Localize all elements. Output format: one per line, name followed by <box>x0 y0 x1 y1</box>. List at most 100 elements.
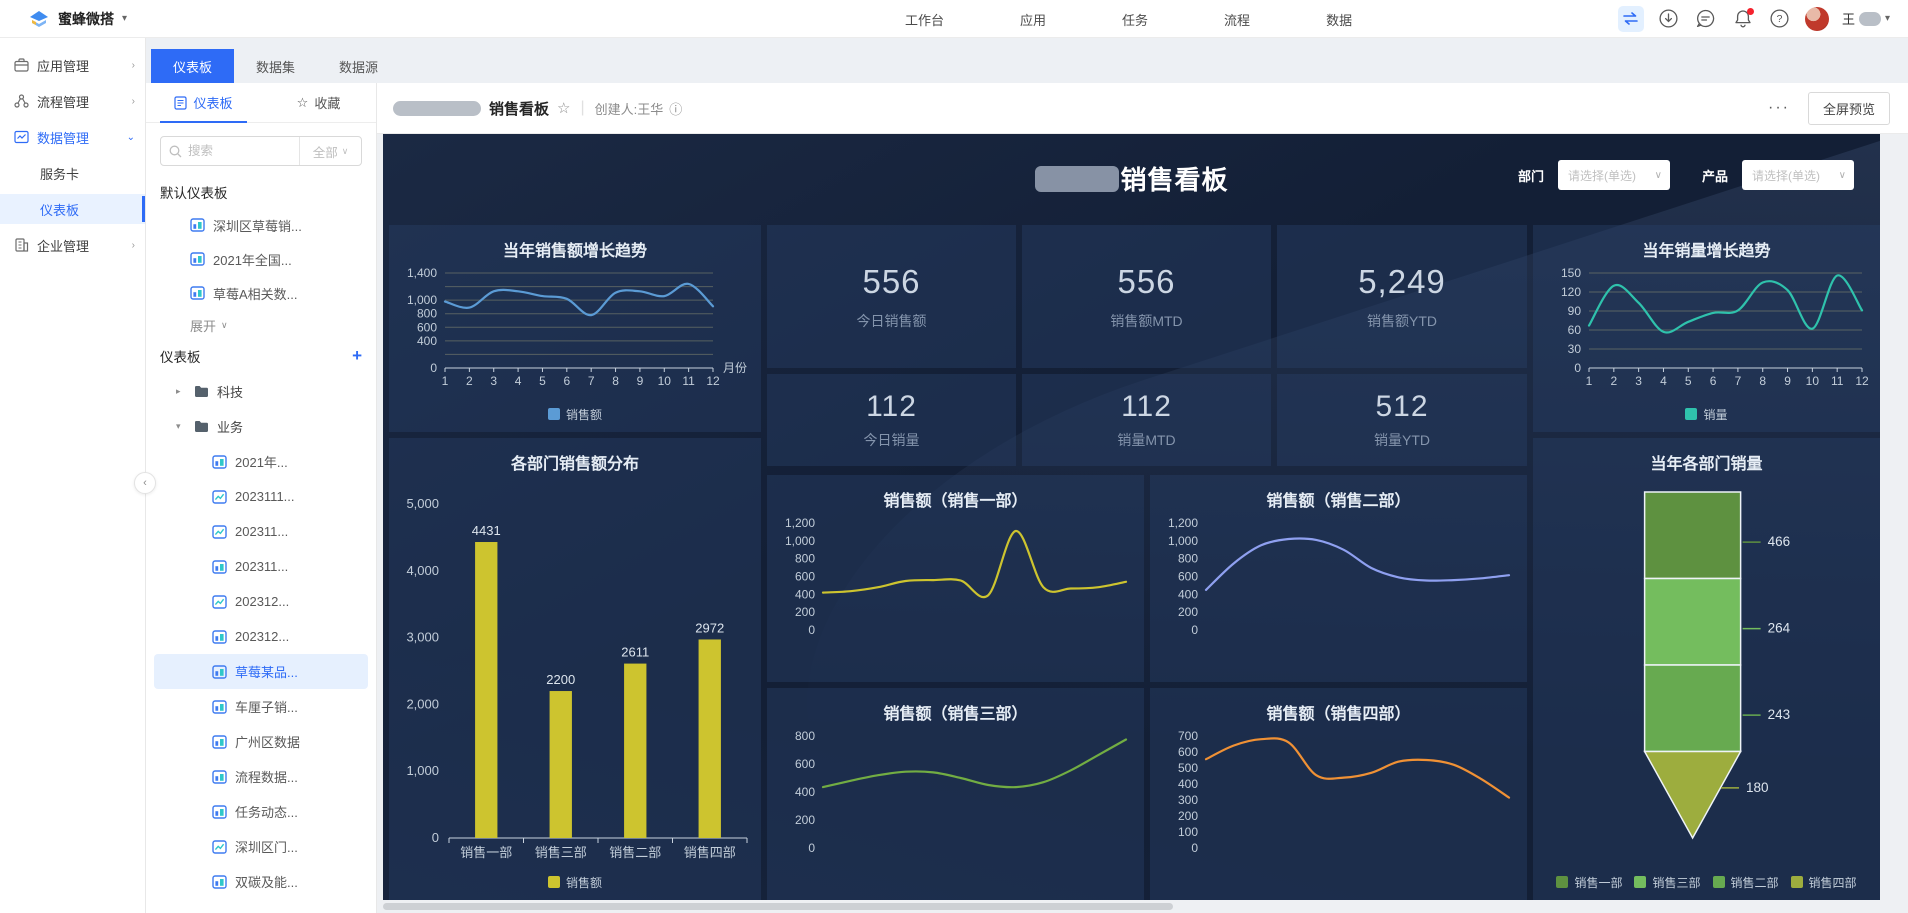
user-avatar[interactable] <box>1805 7 1829 31</box>
kpi-label: 今日销量 <box>864 430 920 450</box>
svg-text:1,200: 1,200 <box>785 516 815 530</box>
legend-swatch <box>548 408 560 420</box>
message-icon[interactable] <box>1694 7 1718 31</box>
svg-text:1,400: 1,400 <box>407 266 437 280</box>
tree-item-label: 任务动态... <box>235 802 298 821</box>
svg-text:466: 466 <box>1768 534 1791 549</box>
legend-item[interactable]: 销售四部 <box>1791 874 1857 891</box>
dashboard-list-item[interactable]: 草莓A相关数... <box>146 276 376 310</box>
sidebar-item-enterprise-management[interactable]: 企业管理 › <box>0 230 145 260</box>
app-logo[interactable]: 蜜蜂微搭 ▾ <box>0 8 127 30</box>
nav-item-workbench[interactable]: 工作台 <box>905 10 944 29</box>
svg-text:120: 120 <box>1561 285 1581 299</box>
dashboard-icon <box>212 455 227 469</box>
nav-right-icons: ? 王 ▾ <box>1618 6 1908 32</box>
expand-toggle[interactable]: 展开 ∨ <box>146 310 376 340</box>
svg-text:6: 6 <box>563 374 570 388</box>
chart-legend[interactable]: 销售一部销售三部销售二部销售四部 <box>1533 870 1880 894</box>
fullscreen-preview-button[interactable]: 全屏预览 <box>1808 92 1890 125</box>
tree-item-label: 广州区数据 <box>235 732 300 751</box>
line-chart-dept2: 1,2001,0008006004002000 <box>1150 511 1527 674</box>
briefcase-icon <box>14 58 29 72</box>
add-dashboard-button[interactable]: + <box>352 346 362 366</box>
tree-item[interactable]: 202312... <box>146 584 376 619</box>
dashboard-icon <box>212 805 227 819</box>
tree-folder[interactable]: ▾业务 <box>146 409 376 444</box>
tree-item-label: 202312... <box>235 594 289 609</box>
tree-item-label: 车厘子销... <box>235 697 298 716</box>
kpi-value: 556 <box>862 263 920 301</box>
tree-item[interactable]: 深圳区门... <box>146 829 376 864</box>
download-icon[interactable] <box>1657 7 1681 31</box>
brand-name: 蜜蜂微搭 <box>58 9 114 29</box>
tree-item[interactable]: 流程数据... <box>146 759 376 794</box>
legend-item[interactable]: 销售二部 <box>1713 874 1779 891</box>
favorite-star-icon[interactable]: ☆ <box>557 99 570 117</box>
tree-item[interactable]: 202312... <box>146 619 376 654</box>
nav-item-data[interactable]: 数据 <box>1326 10 1352 29</box>
more-menu-button[interactable]: ··· <box>1768 99 1790 117</box>
sidebar-item-flow-management[interactable]: 流程管理 › <box>0 86 145 116</box>
sidebar-item-service-card[interactable]: 服务卡 <box>0 158 145 188</box>
legend-swatch <box>1556 876 1568 888</box>
legend-item[interactable]: 销售一部 <box>1556 874 1622 891</box>
tab-dataset[interactable]: 数据集 <box>234 49 317 83</box>
tree-item[interactable]: 广州区数据 <box>146 724 376 759</box>
horizontal-scrollbar[interactable] <box>377 900 1908 913</box>
search-scope-select[interactable]: 全部 ∨ <box>299 137 361 165</box>
tree-item[interactable]: 草莓某品... <box>154 654 368 689</box>
tree-item[interactable]: 2021年... <box>146 444 376 479</box>
svg-text:8: 8 <box>1759 374 1766 388</box>
nav-item-apps[interactable]: 应用 <box>1020 10 1046 29</box>
tree-folder[interactable]: ▸科技 <box>146 374 376 409</box>
transfer-icon[interactable] <box>1618 6 1644 32</box>
legend-item[interactable]: 销售额 <box>548 406 602 423</box>
tree-item[interactable]: 车厘子销... <box>146 689 376 724</box>
search-scope-label: 全部 <box>313 142 338 161</box>
scrollbar-thumb[interactable] <box>383 903 1173 910</box>
sidebar-item-dashboard[interactable]: 仪表板 <box>0 194 145 224</box>
svg-text:2611: 2611 <box>621 645 649 660</box>
tree-item-label: 草莓某品... <box>235 662 298 681</box>
tab-datasource[interactable]: 数据源 <box>317 49 400 83</box>
star-icon: ☆ <box>297 95 309 111</box>
panel-tab-favorite[interactable]: ☆ 收藏 <box>261 83 376 122</box>
tree-item-label: 2023111... <box>235 489 295 504</box>
tree-item[interactable]: 2023111... <box>146 479 376 514</box>
tree-item[interactable]: 双碳及能... <box>146 864 376 899</box>
dashboard-list-item[interactable]: 深圳区草莓销... <box>146 208 376 242</box>
svg-text:30: 30 <box>1568 342 1582 356</box>
nav-item-flows[interactable]: 流程 <box>1224 10 1250 29</box>
sidebar-collapse-handle[interactable]: ‹ <box>134 472 156 494</box>
legend-item[interactable]: 销售额 <box>548 874 602 891</box>
user-menu[interactable]: 王 ▾ <box>1842 9 1890 28</box>
caret-down-icon[interactable]: ▾ <box>176 421 186 432</box>
bell-icon[interactable] <box>1731 7 1755 31</box>
legend-item[interactable]: 销量 <box>1685 406 1727 423</box>
dashboard-list-item[interactable]: 2021年全国... <box>146 242 376 276</box>
tree-item[interactable]: 任务动态... <box>146 794 376 829</box>
tree-item[interactable]: 202311... <box>146 549 376 584</box>
svg-text:0: 0 <box>1191 623 1198 637</box>
chart-legend[interactable]: 销售额 <box>389 402 761 426</box>
caret-right-icon[interactable]: ▸ <box>176 386 186 397</box>
chart-legend[interactable]: 销量 <box>1533 402 1880 426</box>
legend-item[interactable]: 销售三部 <box>1634 874 1700 891</box>
panel-tab-dashboard[interactable]: 仪表板 <box>146 83 261 122</box>
product-select[interactable]: 请选择(单选) ∨ <box>1742 160 1854 190</box>
chart-legend[interactable]: 销售额 <box>389 870 761 894</box>
department-select[interactable]: 请选择(单选) ∨ <box>1558 160 1670 190</box>
nav-item-tasks[interactable]: 任务 <box>1122 10 1148 29</box>
dashboard-icon <box>190 252 205 266</box>
info-icon[interactable]: ⓘ <box>669 99 682 118</box>
svg-text:3,000: 3,000 <box>406 630 439 645</box>
funnel-chart-dept-volume: 466264243180 <box>1533 478 1880 864</box>
help-icon[interactable]: ? <box>1768 7 1792 31</box>
tree-item[interactable]: 202311... <box>146 514 376 549</box>
search-box: 全部 ∨ <box>160 136 362 166</box>
search-input[interactable] <box>188 144 278 158</box>
sidebar-item-data-management[interactable]: 数据管理 ⌄ <box>0 122 145 152</box>
svg-text:6: 6 <box>1710 374 1717 388</box>
tab-dashboard[interactable]: 仪表板 <box>151 49 234 83</box>
sidebar-item-app-management[interactable]: 应用管理 › <box>0 50 145 80</box>
